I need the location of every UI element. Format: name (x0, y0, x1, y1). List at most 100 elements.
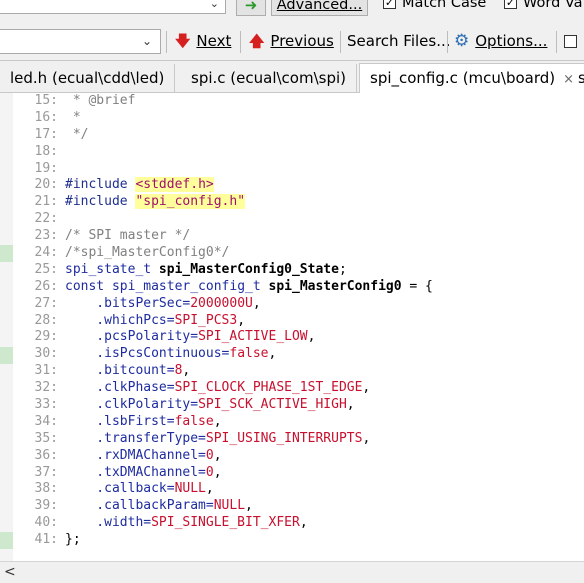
code-line[interactable]: 15 * @brief (14, 93, 584, 110)
code-line[interactable]: 36 .rxDMAChannel=0, (14, 448, 584, 465)
code-line[interactable]: 30 .isPcsContinuous=false, (14, 346, 584, 363)
code-line[interactable]: 23 /* SPI master */ (14, 228, 584, 245)
code-token: = { (401, 278, 433, 294)
toolbar-separator (447, 31, 448, 53)
code-line[interactable]: 17 */ (14, 127, 584, 144)
code-token: SPI_PCS3 (174, 312, 238, 328)
code-line[interactable]: 20#include <stddef.h> (14, 177, 584, 194)
line-number: 31 (14, 363, 58, 380)
code-token: 2000000U (190, 295, 253, 311)
tab-truncated[interactable]: s (568, 64, 584, 93)
code-line[interactable]: 32 .clkPhase=SPI_CLOCK_PHASE_1ST_EDGE, (14, 380, 584, 397)
line-number: 17 (14, 127, 58, 144)
tab-led-h[interactable]: led.h (ecual\cdd\led) (0, 64, 176, 93)
code-token: .rxDMAChannel= (65, 447, 206, 463)
search-files-label: Search Files... (347, 32, 451, 50)
line-text (58, 144, 65, 159)
line-number: 30 (14, 346, 58, 363)
code-line[interactable]: 29 .pcsPolarity=SPI_ACTIVE_LOW, (14, 329, 584, 346)
code-line[interactable]: 22 (14, 211, 584, 228)
line-text: .rxDMAChannel=0, (58, 447, 221, 463)
code-token: , (245, 498, 253, 514)
line-number: 18 (14, 144, 58, 161)
word-checkbox[interactable]: ✓ Word Va (504, 0, 583, 14)
next-label: Next (196, 32, 232, 50)
code-line[interactable]: 34 .lsbFirst=false, (14, 414, 584, 431)
toolbar-separator (240, 31, 241, 53)
code-area[interactable]: 15 * @brief16 *17 */181920#include <stdd… (14, 93, 584, 549)
code-editor[interactable]: 15 * @brief16 *17 */181920#include <stdd… (0, 93, 584, 561)
code-line[interactable]: 18 (14, 144, 584, 161)
chevron-down-icon[interactable]: ⌄ (210, 0, 219, 10)
code-line[interactable]: 19 (14, 161, 584, 178)
line-text: .pcsPolarity=SPI_ACTIVE_LOW, (58, 329, 315, 344)
code-token: 0 (205, 447, 214, 463)
code-token: SPI_CLOCK_PHASE_1ST_EDGE (174, 380, 363, 396)
tab-spi-c[interactable]: spi.c (ecual\com\spi) (181, 64, 357, 93)
horizontal-scrollbar[interactable]: < (0, 561, 584, 583)
code-token: spi_state_t (65, 261, 159, 277)
code-token: .txDMAChannel= (65, 464, 206, 480)
code-line[interactable]: 28 .whichPcs=SPI_PCS3, (14, 313, 584, 330)
code-token: , (182, 363, 191, 379)
chevron-down-icon[interactable]: ⌄ (142, 34, 152, 48)
line-number: 23 (14, 228, 58, 245)
modified-line-marker (0, 245, 13, 263)
code-line[interactable]: 25spi_state_t spi_MasterConfig0_State; (14, 262, 584, 279)
previous-button[interactable]: 🡅 Previous (246, 29, 337, 55)
arrow-right-icon: ➜ (244, 0, 258, 14)
code-line[interactable]: 35 .transferType=SPI_USING_INTERRUPTS, (14, 431, 584, 448)
code-line[interactable]: 41}; (14, 532, 584, 549)
tab-spi-config-c[interactable]: spi_config.c (mcu\board) × (359, 63, 584, 94)
code-token: false (174, 413, 214, 429)
code-line[interactable]: 40 .width=SPI_SINGLE_BIT_XFER, (14, 515, 584, 532)
search-files-button[interactable]: Search Files... (344, 29, 454, 55)
code-token: , (307, 329, 316, 345)
scope-combo[interactable]: ⌄ (0, 29, 161, 54)
code-token: */ (65, 126, 89, 142)
code-token: , (268, 346, 277, 362)
arrow-down-icon: 🡇 (175, 32, 191, 50)
code-token: <stddef.h> (135, 177, 214, 193)
code-token: , (237, 312, 246, 328)
code-token: /* SPI master */ (65, 228, 191, 244)
advanced-button[interactable]: Advanced... (271, 0, 368, 16)
line-text: #include <stddef.h> (58, 177, 214, 193)
line-number: 20 (14, 177, 58, 194)
extra-checkbox[interactable] (564, 31, 583, 53)
word-label: Word Va (523, 0, 583, 11)
code-line[interactable]: 21#include "spi_config.h" (14, 194, 584, 211)
search-combo[interactable]: ⌄ (0, 0, 226, 14)
line-number: 33 (14, 397, 58, 414)
file-tabs: led.h (ecual\cdd\led) spi.c (ecual\com\s… (0, 61, 584, 94)
scroll-left-arrow-icon[interactable]: < (4, 564, 16, 580)
code-line[interactable]: 31 .bitcount=8, (14, 363, 584, 380)
code-line[interactable]: 38 .callback=NULL, (14, 481, 584, 498)
change-gutter (0, 93, 13, 561)
line-number: 41 (14, 532, 58, 549)
line-text: .transferType=SPI_USING_INTERRUPTS, (58, 431, 370, 446)
line-text: * @brief (58, 93, 136, 108)
tab-label: led.h (ecual\cdd\led) (10, 69, 165, 87)
code-line[interactable]: 37 .txDMAChannel=0, (14, 465, 584, 482)
go-button[interactable]: ➜ (236, 0, 266, 16)
code-token: .whichPcs= (65, 312, 175, 328)
options-button[interactable]: ⚙ Options... (451, 29, 550, 55)
code-line[interactable]: 16 * (14, 110, 584, 127)
code-line[interactable]: 27 .bitsPerSec=2000000U, (14, 296, 584, 313)
line-number: 32 (14, 380, 58, 397)
code-line[interactable]: 33 .clkPolarity=SPI_SCK_ACTIVE_HIGH, (14, 397, 584, 414)
next-button[interactable]: 🡇 Next (172, 29, 234, 55)
code-line[interactable]: 39 .callbackParam=NULL, (14, 498, 584, 515)
arrow-up-icon: 🡅 (249, 32, 265, 50)
code-token: #include (65, 194, 136, 210)
match-case-checkbox[interactable]: ✓ Match Case (383, 0, 486, 14)
line-number: 19 (14, 161, 58, 178)
code-token: , (346, 397, 355, 413)
line-number: 27 (14, 296, 58, 313)
line-text: * (58, 110, 81, 125)
code-token: * (65, 109, 81, 125)
code-line[interactable]: 26const spi_master_config_t spi_MasterCo… (14, 279, 584, 296)
line-number: 29 (14, 329, 58, 346)
code-line[interactable]: 24 /*spi_MasterConfig0*/ (14, 245, 584, 262)
